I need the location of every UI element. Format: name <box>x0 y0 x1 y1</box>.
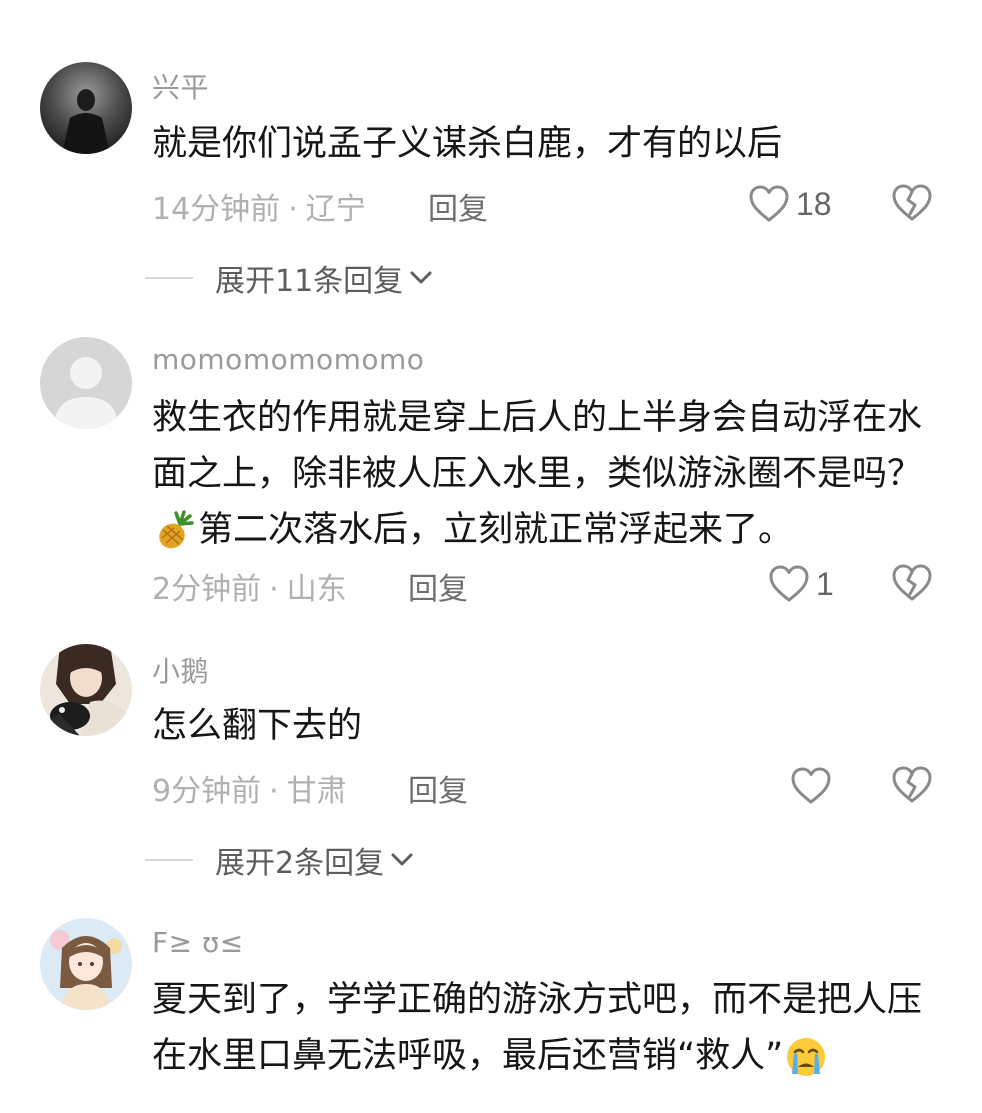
username[interactable]: F≥ ʊ≤ <box>152 926 244 959</box>
anime-girl-avatar-icon <box>40 918 132 1010</box>
comment-item: F≥ ʊ≤ 夏天到了，学学正确的游泳方式吧，而不是把人压在水里口鼻无法呼吸，最后… <box>0 0 982 1113</box>
crying-face-emoji-icon <box>787 1038 826 1076</box>
comment-text: 夏天到了，学学正确的游泳方式吧，而不是把人压在水里口鼻无法呼吸，最后还营销“救人… <box>152 972 952 1084</box>
user-avatar[interactable] <box>40 918 132 1010</box>
